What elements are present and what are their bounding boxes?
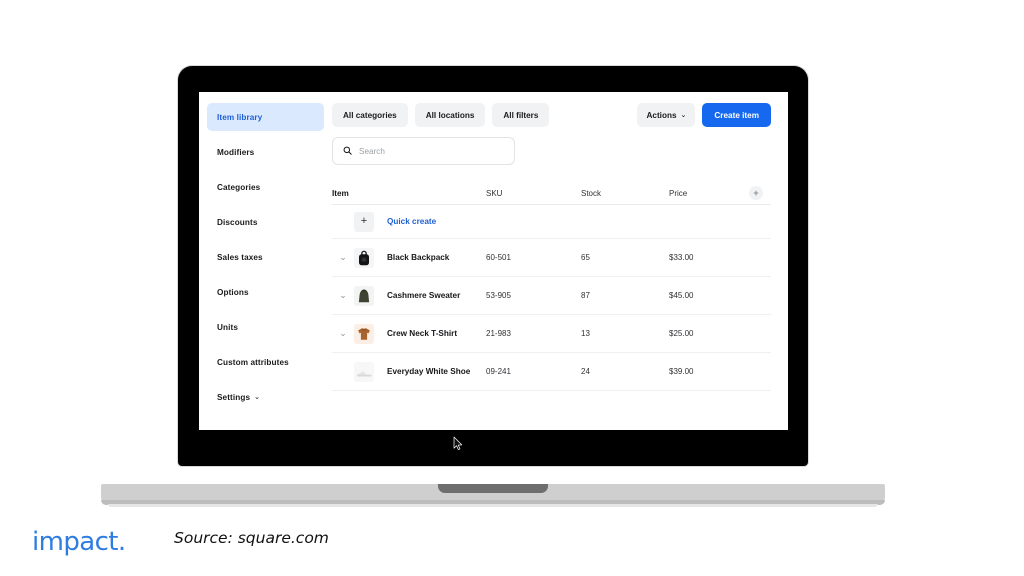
chevron-down-icon: ⌄ (339, 290, 347, 300)
brand-dot: . (117, 527, 126, 557)
chevron-down-icon: ⌄ (680, 112, 687, 119)
filter-label: All filters (503, 110, 539, 120)
column-header-stock: Stock (581, 188, 602, 198)
item-stock: 87 (581, 291, 590, 300)
toolbar-right-group: Actions ⌄ Create item (637, 103, 771, 127)
chevron-down-icon: ⌄ (339, 328, 347, 338)
sidebar-item-modifiers[interactable]: Modifiers (207, 138, 324, 166)
table-row[interactable]: ⌄ Black Backpack 60-501 65 $33.00 (332, 239, 771, 277)
brand-text: impact (32, 527, 118, 557)
expand-row-toggle[interactable]: ⌄ (332, 291, 354, 300)
item-stock: 65 (581, 253, 590, 262)
actions-label: Actions (646, 110, 677, 120)
items-table: Item SKU Stock Price + + Quick create ⌄ … (332, 182, 771, 391)
quick-create-label: Quick create (387, 217, 437, 226)
create-item-label: Create item (714, 110, 759, 120)
table-row[interactable]: ⌄ Cashmere Sweater 53-905 87 $45.00 (332, 277, 771, 315)
item-name: Black Backpack (387, 253, 450, 262)
sidebar-item-label: Item library (217, 112, 263, 122)
column-header-item: Item (332, 188, 349, 198)
filter-all-filters[interactable]: All filters (492, 103, 550, 127)
item-sku: 60-501 (486, 253, 511, 262)
main-panel: All categories All locations All filters… (332, 92, 788, 430)
item-thumbnail-cell (354, 323, 381, 344)
sidebar-item-label: Categories (217, 182, 261, 192)
expand-row-toggle[interactable]: ⌄ (332, 329, 354, 338)
item-name: Cashmere Sweater (387, 291, 461, 300)
square-dashboard-app: Item library Modifiers Categories Discou… (199, 92, 788, 430)
actions-button[interactable]: Actions ⌄ (637, 103, 696, 127)
quick-create-row[interactable]: + Quick create (332, 205, 771, 239)
item-thumbnail-cell (354, 285, 381, 306)
item-sku: 53-905 (486, 291, 511, 300)
table-row[interactable]: ⌄ Crew Neck T-Shirt 21-983 13 $25.00 (332, 315, 771, 353)
sidebar-item-sales-taxes[interactable]: Sales taxes (207, 243, 324, 271)
plus-icon: + (749, 186, 763, 200)
filter-all-categories[interactable]: All categories (332, 103, 408, 127)
sidebar: Item library Modifiers Categories Discou… (199, 92, 332, 430)
column-header-price: Price (669, 188, 688, 198)
item-stock: 24 (581, 367, 590, 376)
product-thumbnail-sweater (354, 285, 374, 306)
create-item-button[interactable]: Create item (702, 103, 771, 127)
column-header-sku: SKU (486, 188, 503, 198)
laptop-screen: Item library Modifiers Categories Discou… (199, 92, 788, 430)
plus-icon: + (354, 211, 374, 232)
sidebar-item-discounts[interactable]: Discounts (207, 208, 324, 236)
sidebar-item-label: Custom attributes (217, 357, 289, 367)
add-column-button[interactable]: + (741, 186, 771, 200)
item-sku: 09-241 (486, 367, 511, 376)
product-thumbnail-shoe (354, 361, 374, 382)
filter-label: All categories (343, 110, 397, 120)
sidebar-item-label: Discounts (217, 217, 258, 227)
item-price: $25.00 (669, 329, 694, 338)
chevron-down-icon: ⌄ (254, 393, 261, 401)
item-name: Everyday White Shoe (387, 367, 471, 376)
item-stock: 13 (581, 329, 590, 338)
laptop-base-notch (438, 484, 548, 493)
laptop-mockup: Item library Modifiers Categories Discou… (178, 66, 808, 466)
sidebar-item-label: Options (217, 287, 249, 297)
sidebar-item-options[interactable]: Options (207, 278, 324, 306)
table-row[interactable]: Everyday White Shoe 09-241 24 $39.00 (332, 353, 771, 391)
sidebar-item-item-library[interactable]: Item library (207, 103, 324, 131)
sidebar-item-settings[interactable]: Settings ⌄ (207, 383, 324, 411)
sidebar-item-categories[interactable]: Categories (207, 173, 324, 201)
product-thumbnail-tshirt (354, 323, 374, 344)
sidebar-item-label: Settings (217, 392, 251, 402)
product-thumbnail-backpack (354, 247, 374, 268)
sidebar-item-label: Units (217, 322, 238, 332)
toolbar: All categories All locations All filters… (332, 103, 771, 127)
table-header-row: Item SKU Stock Price + (332, 182, 771, 205)
sidebar-item-custom-attributes[interactable]: Custom attributes (207, 348, 324, 376)
screenshot-root: Item library Modifiers Categories Discou… (0, 0, 1024, 576)
item-thumbnail-cell (354, 361, 381, 382)
search-placeholder: Search (359, 146, 385, 156)
search-icon (343, 142, 352, 160)
impact-logo: impact. (32, 527, 126, 557)
quick-create-icon-cell: + (354, 211, 381, 232)
item-sku: 21-983 (486, 329, 511, 338)
laptop-base-lip (108, 504, 878, 507)
filter-label: All locations (425, 110, 475, 120)
item-thumbnail-cell (354, 247, 381, 268)
expand-row-toggle[interactable]: ⌄ (332, 253, 354, 262)
item-price: $39.00 (669, 367, 694, 376)
item-name: Crew Neck T-Shirt (387, 329, 458, 338)
item-price: $45.00 (669, 291, 694, 300)
sidebar-item-label: Sales taxes (217, 252, 263, 262)
item-price: $33.00 (669, 253, 694, 262)
sidebar-item-label: Modifiers (217, 147, 255, 157)
mouse-cursor (453, 436, 464, 451)
sidebar-item-units[interactable]: Units (207, 313, 324, 341)
search-field[interactable]: Search (332, 137, 515, 165)
chevron-down-icon: ⌄ (339, 252, 347, 262)
source-caption: Source: square.com (174, 529, 329, 547)
filter-all-locations[interactable]: All locations (414, 103, 486, 127)
